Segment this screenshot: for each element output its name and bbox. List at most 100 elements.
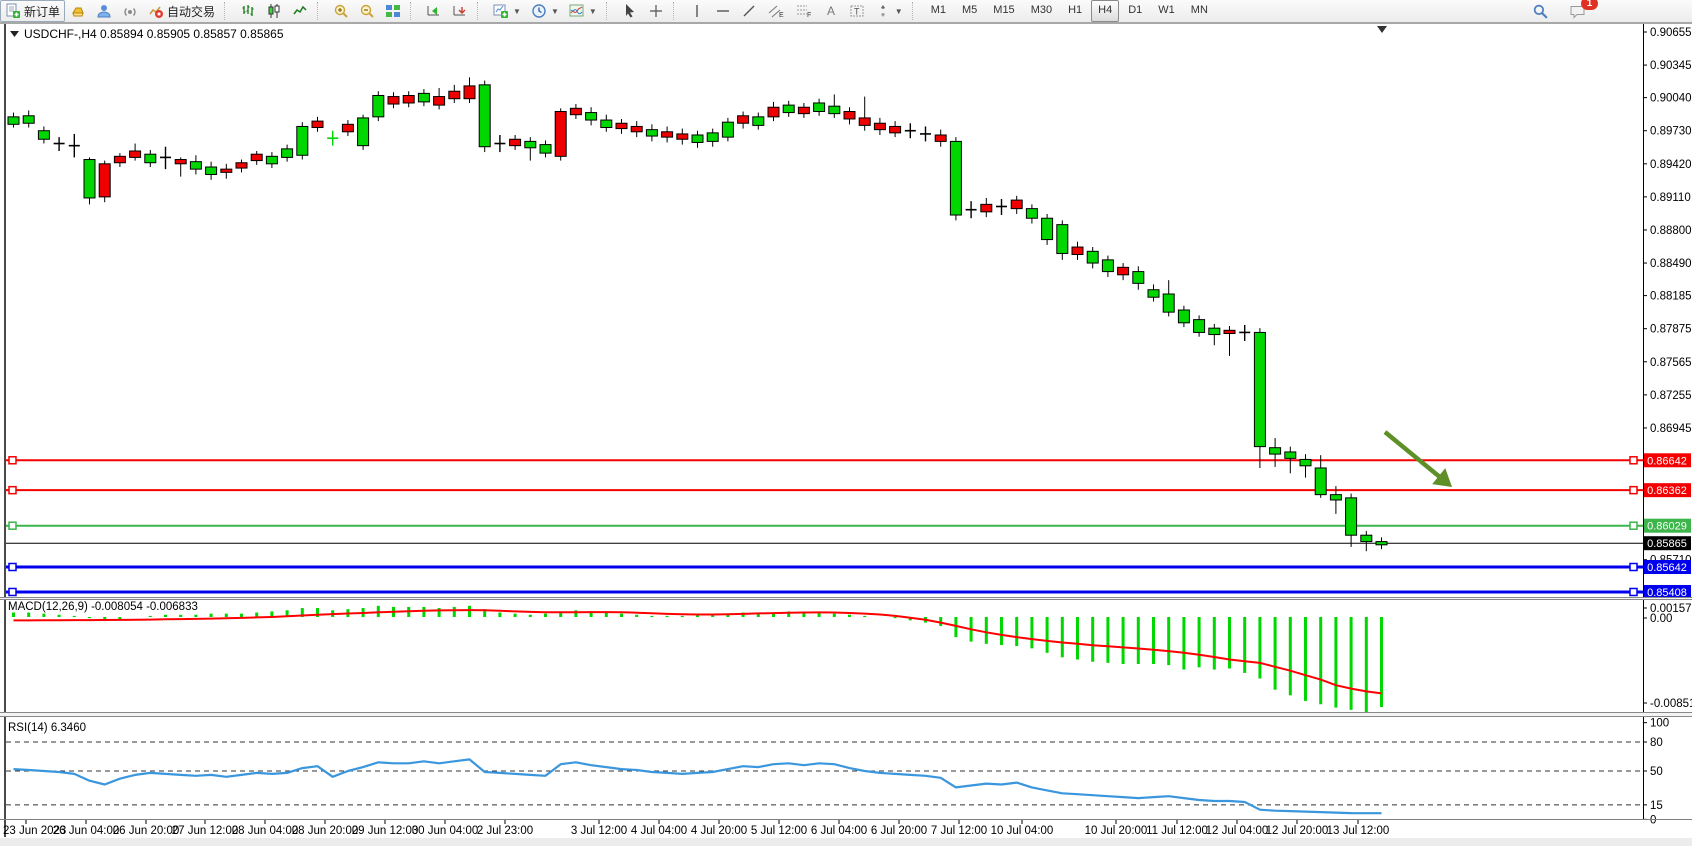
chart-shift-button[interactable] [447,0,473,22]
candle-body [1330,495,1341,500]
candle-body [1254,332,1265,446]
timeframe-m1[interactable]: M1 [924,0,953,22]
time-axis[interactable] [0,820,1643,838]
gold-button[interactable] [65,0,91,22]
toolbar-separator [673,2,681,20]
line-handle[interactable] [1630,588,1637,595]
timeframe-w1[interactable]: W1 [1151,0,1182,22]
chat-button[interactable]: 1 [1564,0,1592,22]
line-handle[interactable] [9,487,16,494]
macd-histogram-bar [544,614,547,617]
profile-button[interactable] [91,0,117,22]
auto-scroll-button[interactable] [421,0,447,22]
vertical-line-button[interactable] [684,0,710,22]
timeframe-h1[interactable]: H1 [1061,0,1089,22]
macd-histogram-bar [1350,617,1353,710]
rsi-label: RSI(14) 6.3460 [8,722,86,734]
macd-histogram-bar [650,616,653,617]
candle-body [418,93,429,102]
candle-body [692,135,703,142]
zoom-out-button[interactable] [354,0,380,22]
equidistant-channel-icon: E [767,3,785,19]
macd-histogram-bar [164,615,167,617]
line-handle[interactable] [1630,457,1637,464]
zoom-in-button[interactable] [328,0,354,22]
timeframe-mn[interactable]: MN [1184,0,1215,22]
text-label-button[interactable]: T [844,0,870,22]
line-handle[interactable] [9,522,16,529]
candle-body [738,116,749,123]
timeframe-m15[interactable]: M15 [986,0,1021,22]
equidistant-channel-button[interactable]: E [762,0,790,22]
candle-body [935,135,946,141]
fibonacci-button[interactable]: F [790,0,818,22]
indicators-button[interactable]: ▼ [564,0,602,22]
macd-histogram-bar [1137,617,1140,664]
zoom-in-icon [333,3,349,19]
macd-histogram-bar [1274,617,1277,690]
signals-button[interactable] [117,0,143,22]
macd-histogram-bar [1000,617,1003,645]
line-handle[interactable] [9,457,16,464]
timeframe-m30[interactable]: M30 [1024,0,1059,22]
macd-histogram-bar [1046,617,1049,653]
arrows-icon [875,3,891,19]
candle-body [236,163,247,168]
candle-body [1361,535,1372,541]
chevron-down-icon: ▼ [551,7,559,16]
candle-body [479,85,490,147]
timeframe-d1[interactable]: D1 [1121,0,1149,22]
candle-body [1118,267,1129,274]
periods-button[interactable]: ▼ [526,0,564,22]
auto-trading-button[interactable]: 自动交易 [143,0,220,22]
candle-body [1026,209,1037,219]
macd-histogram-bar [985,617,988,644]
chart-canvas[interactable]: 0.906550.903450.900400.897300.894200.891… [0,23,1692,846]
trendline-button[interactable] [736,0,762,22]
cursor-button[interactable] [617,0,643,22]
text-label-icon: T [849,3,865,19]
bar-chart-icon [240,3,256,19]
macd-histogram-bar [12,613,15,617]
candle-body [646,130,657,136]
macd-histogram-bar [1258,617,1261,679]
bar-chart-button[interactable] [235,0,261,22]
candlestick-button[interactable] [261,0,287,22]
candle-body [844,112,855,119]
macd-histogram-bar [605,613,608,617]
timeframe-h4[interactable]: H4 [1091,0,1119,22]
macd-histogram-bar [1122,617,1125,664]
candle-body [829,106,840,113]
auto-scroll-icon [426,3,442,19]
line-handle[interactable] [9,588,16,595]
chart-window[interactable]: 0.906550.903450.900400.897300.894200.891… [0,23,1692,846]
macd-histogram-bar [514,614,517,617]
line-handle[interactable] [1630,564,1637,571]
line-chart-button[interactable] [287,0,313,22]
macd-histogram-bar [27,613,30,617]
candle-body [206,167,217,174]
text-button[interactable]: A [818,0,844,22]
timeframe-m5[interactable]: M5 [955,0,984,22]
line-handle[interactable] [1630,487,1637,494]
price-axis[interactable] [1643,24,1692,819]
macd-histogram-bar [1091,617,1094,662]
search-button[interactable] [1527,0,1554,22]
candle-body [8,117,19,124]
horizontal-line-button[interactable] [710,0,736,22]
new-chart-button[interactable]: ▼ [488,0,526,22]
candle-body [890,126,901,132]
arrows-button[interactable]: ▼ [870,0,908,22]
line-handle[interactable] [1630,522,1637,529]
candle-body [1178,310,1189,323]
new-order-button[interactable]: 新订单 [0,0,65,22]
trendline-icon [741,3,757,19]
chart-title: USDCHF-,H4 0.85894 0.85905 0.85857 0.858… [24,27,284,41]
crosshair-button[interactable] [643,0,669,22]
candle-body [266,156,277,163]
tile-windows-button[interactable] [380,0,406,22]
macd-histogram-bar [529,615,532,617]
macd-histogram-bar [1228,617,1231,668]
svg-text:T: T [854,7,860,17]
line-handle[interactable] [9,564,16,571]
